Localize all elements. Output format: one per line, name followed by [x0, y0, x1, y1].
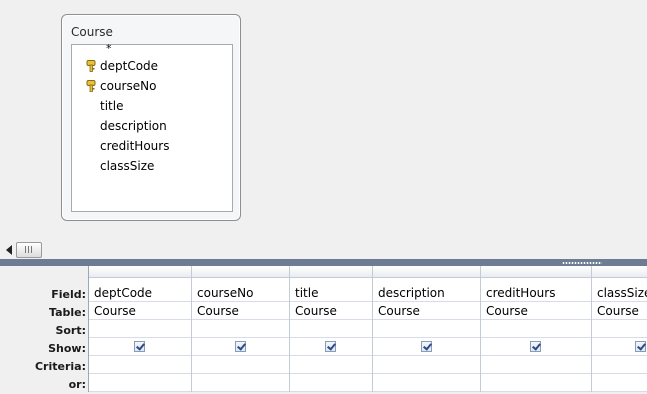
query-design-grid: Field: Table: Sort: Show: Criteria: or: … [0, 266, 647, 392]
grid-column: classSize Course [592, 266, 647, 392]
field-cell[interactable]: courseNo [192, 284, 289, 302]
field-list[interactable]: * deptCode courseNo title description cr… [71, 42, 233, 212]
sort-cell[interactable] [373, 320, 480, 338]
table-cell[interactable]: Course [192, 302, 289, 320]
field-item-all[interactable]: * [106, 42, 112, 56]
show-cell [592, 338, 647, 356]
field-item-deptcode[interactable]: deptCode [86, 56, 159, 76]
show-cell [192, 338, 289, 356]
show-checkbox[interactable] [234, 341, 246, 352]
show-cell [373, 338, 480, 356]
or-cell[interactable] [481, 374, 591, 392]
show-checkbox[interactable] [134, 341, 145, 352]
grid-column: title Course [290, 266, 373, 392]
grid-column: description Course [373, 266, 481, 392]
or-cell[interactable] [592, 374, 647, 392]
table-cell[interactable]: Course [290, 302, 372, 320]
or-cell[interactable] [192, 374, 289, 392]
grid-row-labels: Field: Table: Sort: Show: Criteria: or: [0, 266, 88, 392]
horizontal-scrollbar[interactable] [0, 241, 647, 259]
field-cell[interactable]: classSize [592, 284, 647, 302]
sort-cell[interactable] [592, 320, 647, 338]
field-item-label: deptCode [100, 59, 159, 73]
table-cell[interactable]: Course [481, 302, 591, 320]
column-selector[interactable] [481, 266, 591, 278]
or-cell[interactable] [290, 374, 372, 392]
criteria-cell[interactable] [592, 356, 647, 374]
row-label-criteria: Criteria: [34, 360, 86, 373]
field-item-description[interactable]: description [100, 116, 167, 136]
column-selector[interactable] [89, 266, 191, 278]
show-checkbox[interactable] [635, 341, 646, 352]
scroll-thumb[interactable] [16, 242, 42, 258]
row-label-sort: Sort: [55, 324, 86, 337]
primary-key-icon [86, 60, 96, 72]
query-design-pane[interactable]: Course * deptCode courseNo title descrip… [0, 0, 647, 240]
field-item-courseno[interactable]: courseNo [86, 76, 157, 96]
show-checkbox[interactable] [420, 341, 432, 352]
field-item-title[interactable]: title [100, 96, 123, 116]
sort-cell[interactable] [481, 320, 591, 338]
show-cell [290, 338, 372, 356]
table-cell[interactable]: Course [373, 302, 480, 320]
table-title[interactable]: Course [71, 25, 113, 39]
field-item-label: courseNo [100, 79, 157, 93]
field-cell[interactable]: description [373, 284, 480, 302]
sort-cell[interactable] [192, 320, 289, 338]
column-selector[interactable] [192, 266, 289, 278]
row-label-table: Table: [48, 306, 86, 319]
field-cell[interactable]: creditHours [481, 284, 591, 302]
row-label-or: or: [68, 378, 86, 391]
column-selector[interactable] [373, 266, 480, 278]
show-cell [89, 338, 191, 356]
show-checkbox[interactable] [325, 341, 336, 352]
show-cell [481, 338, 591, 356]
or-cell[interactable] [373, 374, 480, 392]
or-cell[interactable] [89, 374, 191, 392]
sort-cell[interactable] [89, 320, 191, 338]
criteria-cell[interactable] [290, 356, 372, 374]
scroll-left-arrow-icon[interactable] [6, 245, 12, 255]
criteria-cell[interactable] [89, 356, 191, 374]
row-label-field: Field: [51, 288, 86, 301]
field-cell[interactable]: title [290, 284, 372, 302]
sort-cell[interactable] [290, 320, 372, 338]
column-selector[interactable] [592, 266, 647, 278]
table-cell[interactable]: Course [592, 302, 647, 320]
criteria-cell[interactable] [192, 356, 289, 374]
table-field-list-window[interactable]: Course * deptCode courseNo title descrip… [61, 14, 241, 221]
criteria-cell[interactable] [481, 356, 591, 374]
grid-column: deptCode Course [89, 266, 192, 392]
pane-splitter[interactable] [0, 259, 647, 266]
criteria-cell[interactable] [373, 356, 480, 374]
splitter-grip-icon[interactable] [562, 262, 602, 264]
grid-column: courseNo Course [192, 266, 290, 392]
row-label-show: Show: [48, 342, 86, 355]
table-cell[interactable]: Course [89, 302, 191, 320]
column-selector[interactable] [290, 266, 372, 278]
field-item-credithours[interactable]: creditHours [100, 136, 169, 156]
field-cell[interactable]: deptCode [89, 284, 191, 302]
primary-key-icon [86, 80, 96, 92]
field-item-classsize[interactable]: classSize [100, 156, 154, 176]
grid-columns: deptCode Course courseNo Course title Co… [88, 266, 647, 392]
show-checkbox[interactable] [530, 341, 541, 352]
grip-icon [25, 246, 26, 253]
grid-column: creditHours Course [481, 266, 592, 392]
